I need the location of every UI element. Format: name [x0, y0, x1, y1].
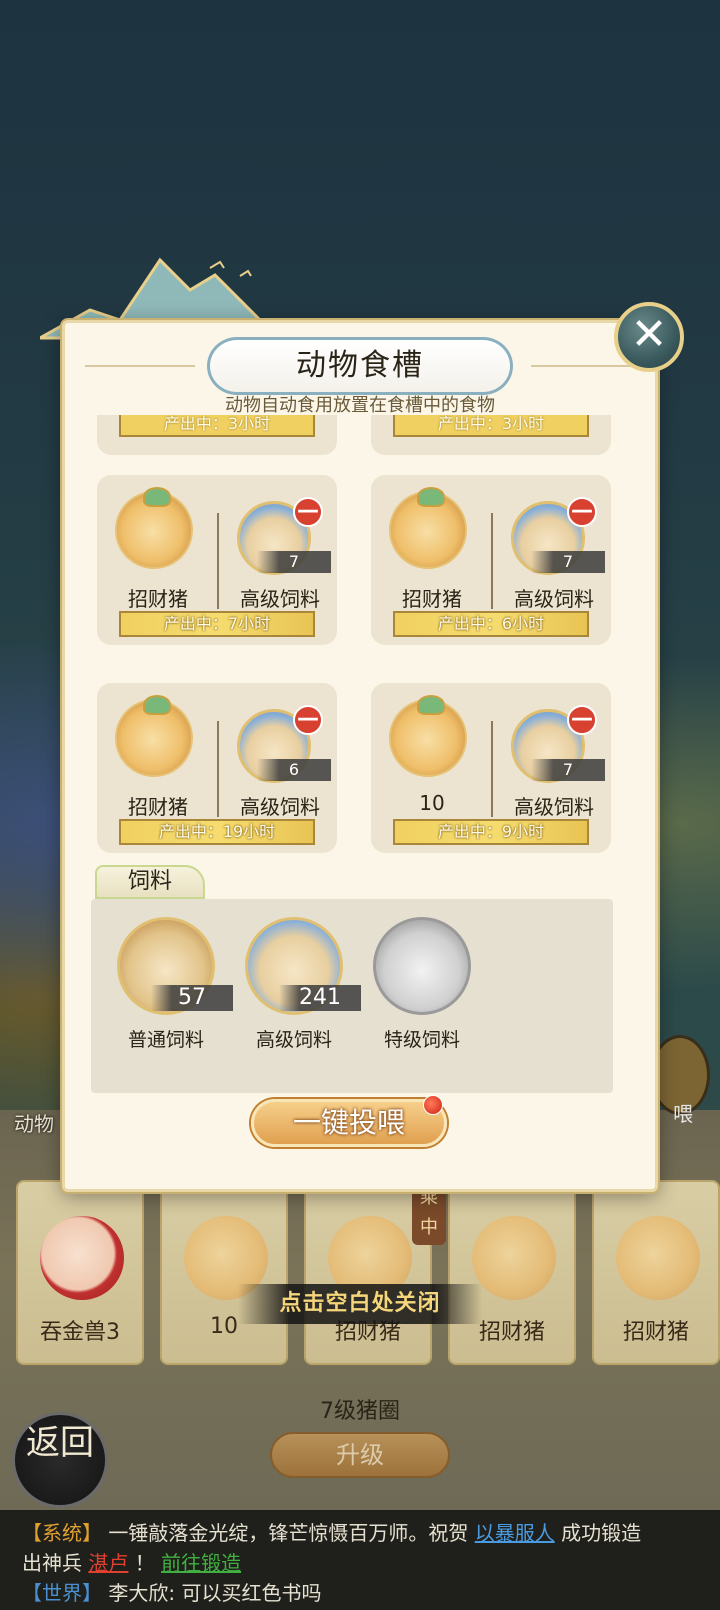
animal-portrait [472, 1216, 556, 1300]
feed-name: 高级饲料 [514, 587, 594, 611]
feed-count: 7 [257, 551, 331, 573]
chat-channel-tag: 【世界】 [22, 1581, 102, 1605]
slot-divider [491, 513, 493, 609]
pen-animal-card[interactable]: 招财猪 [448, 1180, 576, 1365]
title-ornament-left [85, 365, 195, 367]
slot-divider [491, 721, 493, 817]
side-tab-label[interactable]: 动物 [14, 1108, 54, 1137]
slot-divider [217, 721, 219, 817]
animal-name: 吞金兽3 [40, 1320, 120, 1345]
animal-name: 招财猪 [402, 587, 462, 611]
remove-feed-button[interactable]: — [567, 497, 597, 527]
feed-name: 高级饲料 [240, 795, 320, 819]
feed-shortcut-badge[interactable]: 喂 [650, 1035, 710, 1126]
dialog-title: 动物食槽 [207, 337, 513, 395]
trough-slot[interactable]: 7 — 招财猪 高级饲料 产出中：7小时 [97, 475, 337, 645]
chat-message: 成功锻造 [561, 1521, 642, 1545]
trough-slot[interactable]: 7 — 招财猪 高级饲料 产出中：6小时 [371, 475, 611, 645]
riding-status-tag: 乘中 [412, 1183, 446, 1245]
feed-section-tab[interactable]: 饲料 [95, 865, 205, 899]
goto-forge-link[interactable]: 前往锻造 [161, 1551, 241, 1575]
trough-slot-partial[interactable]: 产出中：3小时 [97, 415, 337, 455]
remove-feed-button[interactable]: — [567, 705, 597, 735]
animal-name: 10 [419, 791, 445, 815]
trough-slot[interactable]: 7 — 10 高级饲料 产出中：9小时 [371, 683, 611, 853]
slot-divider [217, 513, 219, 609]
chat-message: 李大欣: 可以买红色书吗 [108, 1581, 322, 1605]
lucky-pig-icon [389, 487, 467, 569]
player-link[interactable]: 以暴服人 [475, 1521, 555, 1545]
feed-inventory-panel: 57 普通饲料 241 高级饲料 特级饲料 [91, 899, 613, 1093]
production-status: 产出中：9小时 [393, 819, 589, 845]
remove-feed-button[interactable]: — [293, 497, 323, 527]
feed-item-advanced[interactable]: 241 高级饲料 [239, 917, 361, 1077]
feed-item-normal[interactable]: 57 普通饲料 [111, 917, 233, 1077]
feeding-trough-dialog: 动物食槽 动物自动食用放置在食槽中的食物 产出中：3小时 产出中：3小时 7 —… [62, 320, 658, 1192]
chat-message: 一锤敲落金光绽，锋芒惊慑百万师。祝贺 [108, 1521, 469, 1545]
pen-level-label: 7级猪圈 [320, 1399, 400, 1424]
remove-feed-button[interactable]: — [293, 705, 323, 735]
trough-slot-list[interactable]: 产出中：3小时 产出中：3小时 7 — 招财猪 高级饲料 产出中：7小时 7 —… [95, 415, 631, 855]
pen-animal-card[interactable]: 吞金兽3 [16, 1180, 144, 1365]
feed-count: 6 [257, 759, 331, 781]
animal-portrait [616, 1216, 700, 1300]
production-status: 产出中：19小时 [119, 819, 315, 845]
chat-message: ！ [134, 1551, 155, 1575]
pen-animal-row: 吞金兽3 10 招财猪 招财猪 招财猪 [0, 1180, 720, 1365]
special-feed-bag-icon [373, 917, 471, 1015]
lucky-pig-icon [115, 487, 193, 569]
feed-quantity: 241 [279, 985, 361, 1011]
close-hint-banner: 点击空白处关闭 [238, 1284, 482, 1324]
pen-animal-card[interactable]: 招财猪 [592, 1180, 720, 1365]
production-status: 产出中：3小时 [393, 415, 589, 437]
feed-item-special[interactable]: 特级饲料 [367, 917, 477, 1077]
feed-count: 7 [531, 759, 605, 781]
chat-line-world: 【世界】 李大欣: 可以买红色书吗 [22, 1578, 698, 1608]
feed-item-name: 特级饲料 [383, 1029, 460, 1051]
feed-count: 7 [531, 551, 605, 573]
title-ornament-right [531, 365, 641, 367]
upgrade-button[interactable]: 升级 [270, 1432, 450, 1478]
chat-channel-tag: 【系统】 [22, 1521, 102, 1545]
feed-name: 高级饲料 [514, 795, 594, 819]
dialog-subtitle: 动物自动食用放置在食槽中的食物 [225, 395, 495, 416]
chat-message: 出神兵 [22, 1551, 82, 1575]
item-link[interactable]: 湛卢 [88, 1551, 128, 1575]
animal-name: 招财猪 [128, 795, 188, 819]
production-status: 产出中：6小时 [393, 611, 589, 637]
chat-feed[interactable]: 【系统】 一锤敲落金光绽，锋芒惊慑百万师。祝贺 以暴服人 成功锻造 出神兵 湛卢… [0, 1510, 720, 1610]
animal-name: 招财猪 [622, 1320, 689, 1345]
lucky-pig-icon [115, 695, 193, 777]
feed-name: 高级饲料 [240, 587, 320, 611]
feed-item-name: 高级饲料 [255, 1029, 332, 1051]
close-icon[interactable]: ✕ [614, 302, 684, 372]
feed-item-name: 普通饲料 [127, 1029, 204, 1051]
production-status: 产出中：3小时 [119, 415, 315, 437]
feed-all-button[interactable]: 一键投喂 [251, 1099, 447, 1147]
production-status: 产出中：7小时 [119, 611, 315, 637]
chat-line-system-cont: 出神兵 湛卢 ！ 前往锻造 [22, 1548, 698, 1578]
lucky-pig-icon [389, 695, 467, 777]
back-button[interactable]: 返回 [12, 1412, 108, 1508]
chat-line-system: 【系统】 一锤敲落金光绽，锋芒惊慑百万师。祝贺 以暴服人 成功锻造 [22, 1518, 698, 1548]
notification-dot-icon [423, 1095, 443, 1115]
trough-slot[interactable]: 6 — 招财猪 高级饲料 产出中：19小时 [97, 683, 337, 853]
animal-portrait [40, 1216, 124, 1300]
animal-name: 招财猪 [128, 587, 188, 611]
feed-quantity: 57 [151, 985, 233, 1011]
pen-animal-card[interactable]: 10 [160, 1180, 288, 1365]
trough-slot-partial[interactable]: 产出中：3小时 [371, 415, 611, 455]
